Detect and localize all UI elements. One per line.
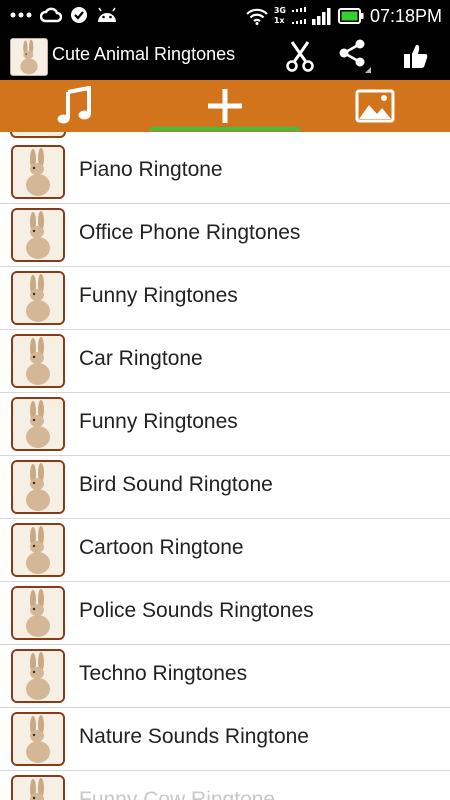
ringtone-thumbnail <box>11 523 65 577</box>
status-bar: 3G 1x 07:18PM <box>0 0 450 32</box>
ringtone-thumbnail <box>11 586 65 640</box>
ringtone-title: Nature Sounds Ringtone <box>79 725 309 748</box>
rabbit-icon <box>13 714 63 764</box>
rabbit-icon <box>13 147 63 197</box>
like-button[interactable] <box>398 38 434 74</box>
mini-signal-icon <box>291 7 306 24</box>
tab-selected-indicator <box>150 127 300 131</box>
status-time: 07:18PM <box>369 5 442 26</box>
tab-bar <box>0 80 450 132</box>
ringtone-thumbnail <box>11 775 65 800</box>
cut-button[interactable] <box>282 38 318 74</box>
ringtone-thumbnail <box>11 397 65 451</box>
rabbit-icon <box>13 588 63 638</box>
list-item[interactable]: Police Sounds Ringtones <box>0 581 450 645</box>
ringtone-thumbnail <box>11 460 65 514</box>
rabbit-icon <box>13 273 63 323</box>
ringtone-thumbnail <box>11 271 65 325</box>
ringtone-thumbnail <box>11 145 65 199</box>
rabbit-icon <box>13 651 63 701</box>
status-notifications <box>10 6 118 24</box>
check-icon <box>71 7 87 23</box>
network-type: 3G 1x <box>274 7 286 25</box>
ringtone-list[interactable]: Piano Ringtone Office Phone Ringtones Funn… <box>0 132 450 800</box>
image-icon <box>355 89 395 123</box>
ringtone-title: Techno Ringtones <box>79 662 248 685</box>
ringtone-title: Funny Ringtones <box>79 410 238 433</box>
list-item[interactable]: Funny Cow Ringtone <box>0 770 450 800</box>
partial-list-item <box>10 132 66 138</box>
tab-add[interactable] <box>150 80 300 132</box>
list-item[interactable]: Car Ringtone <box>0 329 450 393</box>
action-bar: Cute Animal Ringtones <box>0 32 450 80</box>
list-item[interactable]: Funny Ringtones <box>0 266 450 330</box>
rabbit-icon <box>13 462 63 512</box>
list-item[interactable]: Piano Ringtone <box>0 140 450 204</box>
ringtone-title: Piano Ringtone <box>79 158 223 181</box>
ringtone-title: Office Phone Ringtones <box>79 221 301 244</box>
tab-wallpaper[interactable] <box>300 80 450 132</box>
status-system: 3G 1x 07:18PM <box>246 4 442 28</box>
rabbit-icon <box>13 399 63 449</box>
ringtone-title: Funny Ringtones <box>79 284 238 307</box>
plus-icon <box>208 89 242 123</box>
list-item[interactable]: Office Phone Ringtones <box>0 203 450 267</box>
ringtone-title: Funny Cow Ringtone <box>79 788 276 800</box>
rabbit-icon <box>13 336 63 386</box>
signal-icon <box>311 8 331 25</box>
wifi-icon <box>246 8 268 25</box>
list-item[interactable]: Bird Sound Ringtone <box>0 455 450 519</box>
app-title: Cute Animal Ringtones <box>52 44 236 64</box>
share-button[interactable] <box>336 38 372 74</box>
share-icon <box>339 39 371 73</box>
ringtone-title: Bird Sound Ringtone <box>79 473 273 496</box>
ringtone-thumbnail <box>11 712 65 766</box>
scissors-icon <box>286 41 314 72</box>
more-icon <box>10 12 32 18</box>
network-label-3g: 3G <box>273 6 286 15</box>
rabbit-icon <box>13 525 63 575</box>
android-icon <box>98 7 116 22</box>
music-note-icon <box>57 86 91 124</box>
list-item[interactable]: Nature Sounds Ringtone <box>0 707 450 771</box>
list-item[interactable]: Funny Ringtones <box>0 392 450 456</box>
tab-music[interactable] <box>0 80 150 132</box>
rabbit-icon <box>11 39 47 75</box>
battery-icon <box>337 8 364 24</box>
ringtone-title: Cartoon Ringtone <box>79 536 244 559</box>
ringtone-thumbnail <box>11 208 65 262</box>
list-item[interactable]: Techno Ringtones <box>0 644 450 708</box>
ringtone-title: Car Ringtone <box>79 347 203 370</box>
list-item[interactable]: Cartoon Ringtone <box>0 518 450 582</box>
rabbit-icon <box>13 777 63 800</box>
thumbs-up-icon <box>404 44 428 68</box>
app-logo <box>10 38 48 76</box>
ringtone-thumbnail <box>11 649 65 703</box>
cloud-icon <box>40 7 62 23</box>
ringtone-thumbnail <box>11 334 65 388</box>
rabbit-icon <box>13 210 63 260</box>
ringtone-title: Police Sounds Ringtones <box>79 599 314 622</box>
network-label-1x: 1x <box>273 16 285 25</box>
